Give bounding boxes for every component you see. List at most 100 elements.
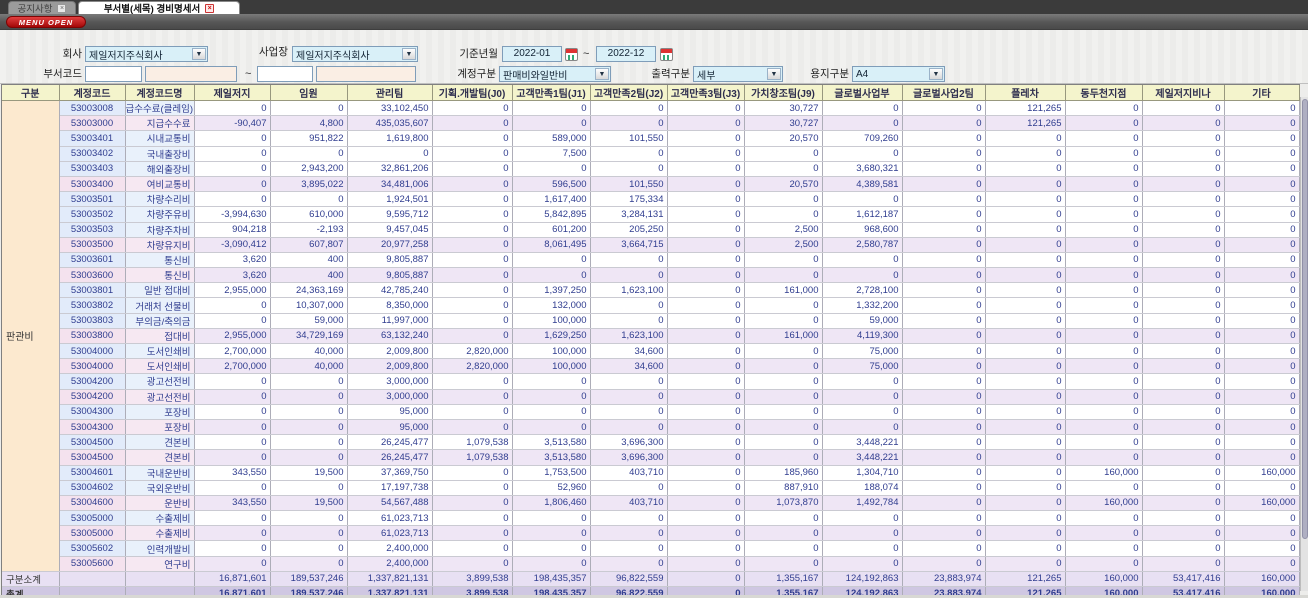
amount-cell[interactable]: 0 <box>744 358 823 375</box>
amount-cell[interactable]: 0 <box>822 146 903 162</box>
dept-code-to-input[interactable] <box>257 66 313 82</box>
amount-cell[interactable]: 0 <box>590 146 668 162</box>
amount-cell[interactable]: 0 <box>667 465 745 481</box>
amount-cell[interactable]: 54,567,488 <box>347 495 433 512</box>
table-row[interactable]: 53003601 통신비 3,620 400 9,805,887 0 0 0 0 0 0 0 0 0 0 0 <box>2 252 1300 269</box>
amount-cell[interactable]: 2,955,000 <box>194 282 271 299</box>
amount-cell[interactable]: 403,710 <box>590 465 668 481</box>
account-name-cell[interactable]: 도서인쇄비 <box>125 358 195 375</box>
amount-cell[interactable]: 0 <box>985 510 1066 527</box>
column-header[interactable]: 임원 <box>270 85 348 101</box>
amount-cell[interactable]: 0 <box>1065 358 1143 375</box>
amount-cell[interactable]: 343,550 <box>194 465 271 481</box>
column-header[interactable]: 제일저지비나 <box>1142 85 1225 101</box>
amount-cell[interactable]: 0 <box>667 191 745 208</box>
account-code-cell[interactable]: 53003000 <box>59 115 126 132</box>
account-code-cell[interactable]: 53004200 <box>59 373 126 390</box>
amount-cell[interactable]: 0 <box>194 100 271 117</box>
amount-cell[interactable]: 1,924,501 <box>347 191 433 208</box>
amount-cell[interactable]: 0 <box>744 556 823 572</box>
amount-cell[interactable]: 0 <box>432 191 513 208</box>
amount-cell[interactable]: 0 <box>590 480 668 496</box>
amount-cell[interactable]: 0 <box>985 343 1066 360</box>
amount-cell[interactable]: 2,700,000 <box>194 343 271 360</box>
amount-cell[interactable]: 95,000 <box>347 404 433 420</box>
amount-cell[interactable]: 0 <box>985 161 1066 177</box>
amount-cell[interactable]: 0 <box>590 252 668 269</box>
amount-cell[interactable]: 0 <box>590 100 668 117</box>
account-name-cell[interactable]: 부의금/축의금 <box>125 313 195 329</box>
calendar-icon[interactable] <box>565 48 578 61</box>
amount-cell[interactable]: 601,200 <box>512 222 591 238</box>
account-name-cell[interactable]: 포장비 <box>125 419 195 436</box>
account-type-select[interactable]: 판매비와일반비 ▼ <box>499 66 611 82</box>
amount-cell[interactable]: 160,000 <box>1224 495 1300 512</box>
tab-close-icon[interactable]: × <box>205 3 215 13</box>
column-header[interactable]: 플레차 <box>985 85 1066 101</box>
account-name-cell[interactable]: 여비교통비 <box>125 176 195 193</box>
amount-cell[interactable]: 0 <box>270 419 348 436</box>
amount-cell[interactable]: 0 <box>270 556 348 572</box>
amount-cell[interactable]: 0 <box>744 525 823 542</box>
amount-cell[interactable]: 3,680,321 <box>822 161 903 177</box>
amount-cell[interactable]: 0 <box>1224 297 1300 314</box>
amount-cell[interactable]: 0 <box>902 191 986 208</box>
amount-cell[interactable]: 0 <box>985 525 1066 542</box>
table-row[interactable]: 53003000 지급수수료 -90,407 4,800 435,035,607 0 0 0 0… <box>2 115 1300 132</box>
table-row[interactable]: 53005602 인력개발비 0 0 2,400,000 0 0 0 0 0 0 0 0 0 0 0 <box>2 540 1300 557</box>
amount-cell[interactable]: 0 <box>194 556 271 572</box>
amount-cell[interactable]: 100,000 <box>512 313 591 329</box>
amount-cell[interactable]: 0 <box>985 480 1066 496</box>
column-header[interactable]: 글로벌사업2팀 <box>902 85 986 101</box>
amount-cell[interactable]: 0 <box>902 510 986 527</box>
account-code-cell[interactable]: 53003500 <box>59 237 126 253</box>
amount-cell[interactable]: 0 <box>432 146 513 162</box>
table-row[interactable]: 53003403 해외출장비 0 2,943,200 32,861,206 0 0 0 0 0 3,… <box>2 161 1300 177</box>
amount-cell[interactable]: 0 <box>432 115 513 132</box>
amount-cell[interactable]: 0 <box>1224 100 1300 117</box>
table-row[interactable]: 53004200 광고선전비 0 0 3,000,000 0 0 0 0 0 0 0 0 0 0 0 <box>2 389 1300 405</box>
amount-cell[interactable]: 185,960 <box>744 465 823 481</box>
amount-cell[interactable]: 0 <box>1065 176 1143 193</box>
amount-cell[interactable]: 0 <box>590 556 668 572</box>
amount-cell[interactable]: 0 <box>1224 282 1300 299</box>
amount-cell[interactable]: 0 <box>1224 237 1300 253</box>
account-name-cell[interactable]: 인력개발비 <box>125 540 195 557</box>
amount-cell[interactable]: 0 <box>1142 146 1225 162</box>
amount-cell[interactable]: 0 <box>432 313 513 329</box>
amount-cell[interactable]: 1,073,870 <box>744 495 823 512</box>
amount-cell[interactable]: 101,550 <box>590 176 668 193</box>
table-row[interactable]: 53003501 차량수리비 0 0 1,924,501 0 1,617,400 175,33… <box>2 191 1300 208</box>
amount-cell[interactable]: -2,193 <box>270 222 348 238</box>
amount-cell[interactable]: 0 <box>902 434 986 451</box>
account-name-cell[interactable]: 차량주유비 <box>125 206 195 223</box>
amount-cell[interactable]: 0 <box>985 267 1066 284</box>
account-code-cell[interactable]: 53004000 <box>59 358 126 375</box>
table-row[interactable]: 53005000 수출제비 0 0 61,023,713 0 0 0 0 0 0 0 0 0 0 0 <box>2 510 1300 527</box>
amount-cell[interactable]: 0 <box>667 404 745 420</box>
amount-cell[interactable]: 0 <box>270 510 348 527</box>
table-row[interactable]: 53004500 견본비 0 0 26,245,477 1,079,538 3,513,58… <box>2 434 1300 451</box>
amount-cell[interactable]: 0 <box>822 540 903 557</box>
account-name-cell[interactable]: 차량주차비 <box>125 222 195 238</box>
amount-cell[interactable]: 0 <box>270 146 348 162</box>
amount-cell[interactable]: 0 <box>1224 419 1300 436</box>
amount-cell[interactable]: 0 <box>270 404 348 420</box>
amount-cell[interactable]: 0 <box>1142 313 1225 329</box>
amount-cell[interactable]: 0 <box>1224 161 1300 177</box>
amount-cell[interactable]: 75,000 <box>822 343 903 360</box>
amount-cell[interactable]: 0 <box>1142 510 1225 527</box>
account-code-cell[interactable]: 53003803 <box>59 313 126 329</box>
account-code-cell[interactable]: 53003502 <box>59 206 126 223</box>
amount-cell[interactable]: 0 <box>1065 404 1143 420</box>
amount-cell[interactable]: 37,369,750 <box>347 465 433 481</box>
amount-cell[interactable]: 0 <box>1065 510 1143 527</box>
amount-cell[interactable]: 40,000 <box>270 343 348 360</box>
amount-cell[interactable]: 0 <box>512 419 591 436</box>
amount-cell[interactable]: 0 <box>512 525 591 542</box>
amount-cell[interactable]: 0 <box>590 297 668 314</box>
account-name-cell[interactable]: 포장비 <box>125 404 195 420</box>
amount-cell[interactable]: 0 <box>432 100 513 117</box>
amount-cell[interactable]: 0 <box>270 525 348 542</box>
amount-cell[interactable]: 0 <box>985 419 1066 436</box>
